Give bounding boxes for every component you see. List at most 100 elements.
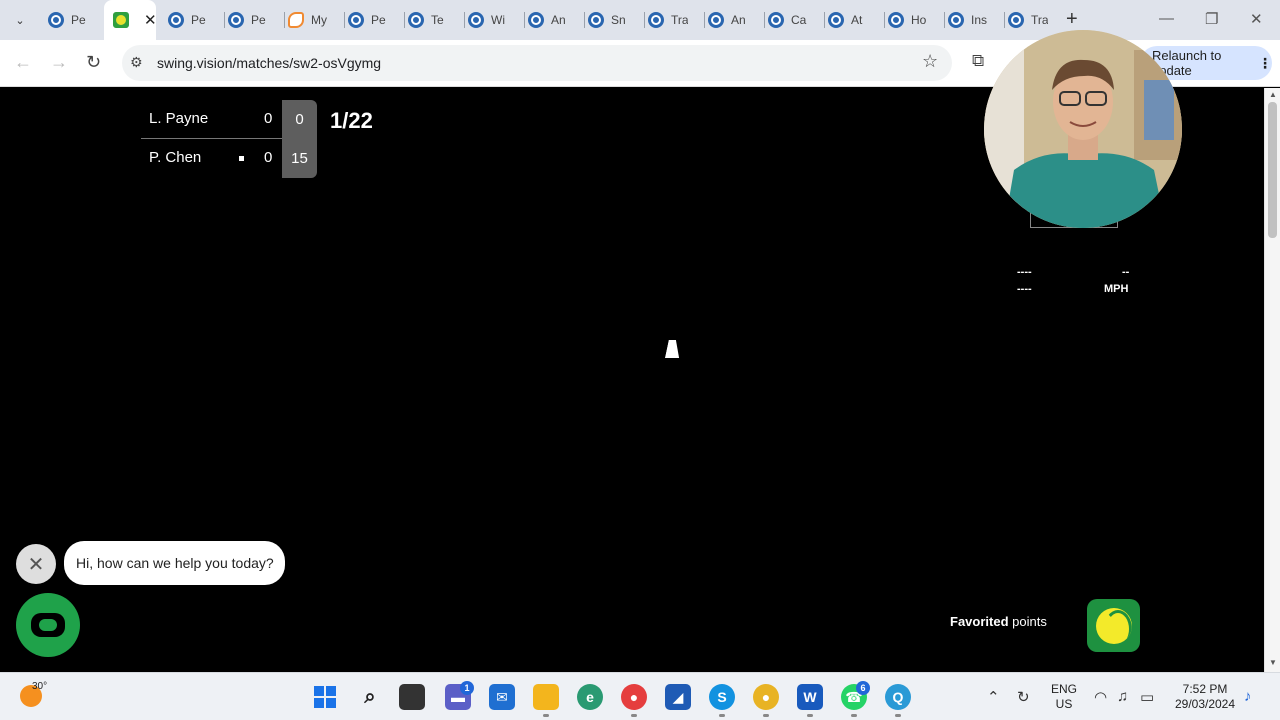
edge-icon[interactable]: e <box>577 684 603 710</box>
tab-title: Sn <box>611 13 626 27</box>
browser-tab[interactable]: My <box>288 7 328 33</box>
browser-tab[interactable]: An <box>708 7 748 33</box>
forward-icon[interactable]: → <box>50 52 68 73</box>
wordpress-icon <box>408 12 424 28</box>
wordpress-icon <box>528 12 544 28</box>
speed-left-top: ---- <box>1017 266 1032 278</box>
running-indicator <box>631 714 637 717</box>
wordpress-icon <box>768 12 784 28</box>
player-name: P. Chen <box>149 149 202 166</box>
app-red-icon[interactable]: ● <box>621 684 647 710</box>
player-games: 0 <box>264 110 273 127</box>
speed-value: -- <box>1122 266 1130 278</box>
wordpress-icon <box>648 12 664 28</box>
tab-separator <box>404 12 405 28</box>
speed-unit: MPH <box>1104 283 1129 295</box>
mail-icon[interactable]: ✉ <box>489 684 515 710</box>
tennis-ball-icon <box>1095 607 1132 644</box>
tab-search-chevron-icon[interactable]: ⌄ <box>8 8 32 32</box>
close-window-icon[interactable]: ✕ <box>1250 10 1263 28</box>
scoreboard: L. Payne 0 0 P. Chen 0 15 <box>141 100 317 178</box>
wordpress-icon <box>1008 12 1024 28</box>
mouse-cursor-icon <box>665 340 683 358</box>
wordpress-icon <box>828 12 844 28</box>
browser-tab[interactable]: Ins <box>948 7 988 33</box>
speed-left-bottom: ---- <box>1017 283 1032 295</box>
tab-separator <box>704 12 705 28</box>
webcam-overlay <box>984 30 1182 228</box>
clock[interactable]: 7:52 PM 29/03/2024 <box>1170 682 1240 712</box>
file-explorer-icon[interactable] <box>533 684 559 710</box>
tab-title: Pe <box>191 13 206 27</box>
image-app-icon[interactable]: ◢ <box>665 684 691 710</box>
chrome-icon[interactable]: ● <box>753 684 779 710</box>
language-top: ENG <box>1050 682 1077 696</box>
notification-bell-icon[interactable]: ♪ <box>1244 688 1252 705</box>
player-points: 15 <box>282 139 317 178</box>
player-games: 0 <box>264 149 273 166</box>
extensions-icon[interactable]: ⧉ <box>972 51 984 71</box>
browser-tab[interactable]: Te <box>408 7 448 33</box>
back-icon[interactable]: ← <box>14 52 32 73</box>
update-label: Relaunch to update <box>1152 48 1222 78</box>
tab-separator <box>284 12 285 28</box>
wifi-icon[interactable]: ◠ <box>1094 688 1107 706</box>
new-tab-button[interactable]: + <box>1066 8 1078 31</box>
chat-close-button[interactable]: ✕ <box>16 544 56 584</box>
chat-greeting-bubble[interactable]: Hi, how can we help you today? <box>64 541 285 585</box>
word-icon[interactable]: W <box>797 684 823 710</box>
swingvision-logo-icon[interactable] <box>1087 599 1140 652</box>
chat-launcher-button[interactable] <box>16 593 80 657</box>
browser-tab[interactable]: Pe <box>348 7 388 33</box>
address-bar[interactable]: ⚙ swing.vision/matches/sw2-osVgymg ☆ <box>122 45 952 81</box>
favorited-rest: points <box>1008 614 1047 629</box>
scroll-up-icon[interactable]: ▲ <box>1269 90 1277 99</box>
volume-icon[interactable]: ♫ <box>1117 688 1128 705</box>
wordpress-icon <box>948 12 964 28</box>
scroll-thumb[interactable] <box>1268 102 1277 238</box>
wordpress-icon <box>708 12 724 28</box>
tab-title: My <box>311 13 327 27</box>
restore-icon[interactable]: ❐ <box>1205 10 1218 28</box>
bookmark-star-icon[interactable]: ☆ <box>922 51 938 72</box>
browser-tab[interactable]: Sn <box>588 7 628 33</box>
browser-tab[interactable]: Tra <box>1008 7 1048 33</box>
tab-separator <box>464 12 465 28</box>
browser-tab[interactable]: Pe <box>168 7 208 33</box>
favorited-points-label[interactable]: Favorited points <box>950 614 1047 629</box>
browser-tab[interactable]: Ho <box>888 7 928 33</box>
browser-tab[interactable]: Tra <box>648 7 688 33</box>
browser-tab[interactable]: Pe <box>48 7 88 33</box>
wordpress-icon <box>588 12 604 28</box>
browser-tab[interactable]: Wi <box>468 7 508 33</box>
wordpress-icon <box>228 12 244 28</box>
minimize-icon[interactable]: — <box>1159 10 1174 27</box>
tab-title: Pe <box>251 13 266 27</box>
browser-tab[interactable]: At <box>828 7 868 33</box>
site-settings-icon[interactable]: ⚙ <box>130 54 143 71</box>
page-scrollbar[interactable]: ▲ ▼ <box>1264 88 1280 672</box>
skype-icon[interactable]: S <box>709 684 735 710</box>
windows-start-icon[interactable] <box>312 684 338 710</box>
scroll-down-icon[interactable]: ▼ <box>1269 658 1277 667</box>
browser-tab[interactable]: Pe <box>228 7 268 33</box>
app-blue-icon[interactable]: Q <box>885 684 911 710</box>
sync-icon[interactable]: ↻ <box>1017 688 1030 706</box>
menu-kebab-icon[interactable]: ⋮ <box>1258 55 1272 72</box>
tray-chevron-up-icon[interactable]: ⌃ <box>987 688 1000 706</box>
close-tab-icon[interactable]: ✕ <box>144 11 156 29</box>
reload-icon[interactable]: ↻ <box>86 52 101 73</box>
browser-tab[interactable]: Ca <box>768 7 808 33</box>
language-indicator[interactable]: ENG US <box>1049 682 1079 712</box>
windows-taskbar: 30° ⌕ ▬ 1 ✉ e ● ◢ S ● W ☎ 6 Q ⌃ ↻ ENG US… <box>0 672 1280 720</box>
wordpress-icon <box>348 12 364 28</box>
tab-title: An <box>731 13 746 27</box>
browser-tab[interactable]: An <box>528 7 568 33</box>
chat-icon <box>31 613 65 637</box>
battery-icon[interactable]: ▭ <box>1140 688 1154 706</box>
tab-title: Ins <box>971 13 988 27</box>
task-view-icon[interactable] <box>399 684 425 710</box>
point-counter: 1/22 <box>330 108 373 133</box>
search-icon[interactable]: ⌕ <box>357 684 383 710</box>
browser-tab[interactable]: ✕ <box>104 0 156 40</box>
